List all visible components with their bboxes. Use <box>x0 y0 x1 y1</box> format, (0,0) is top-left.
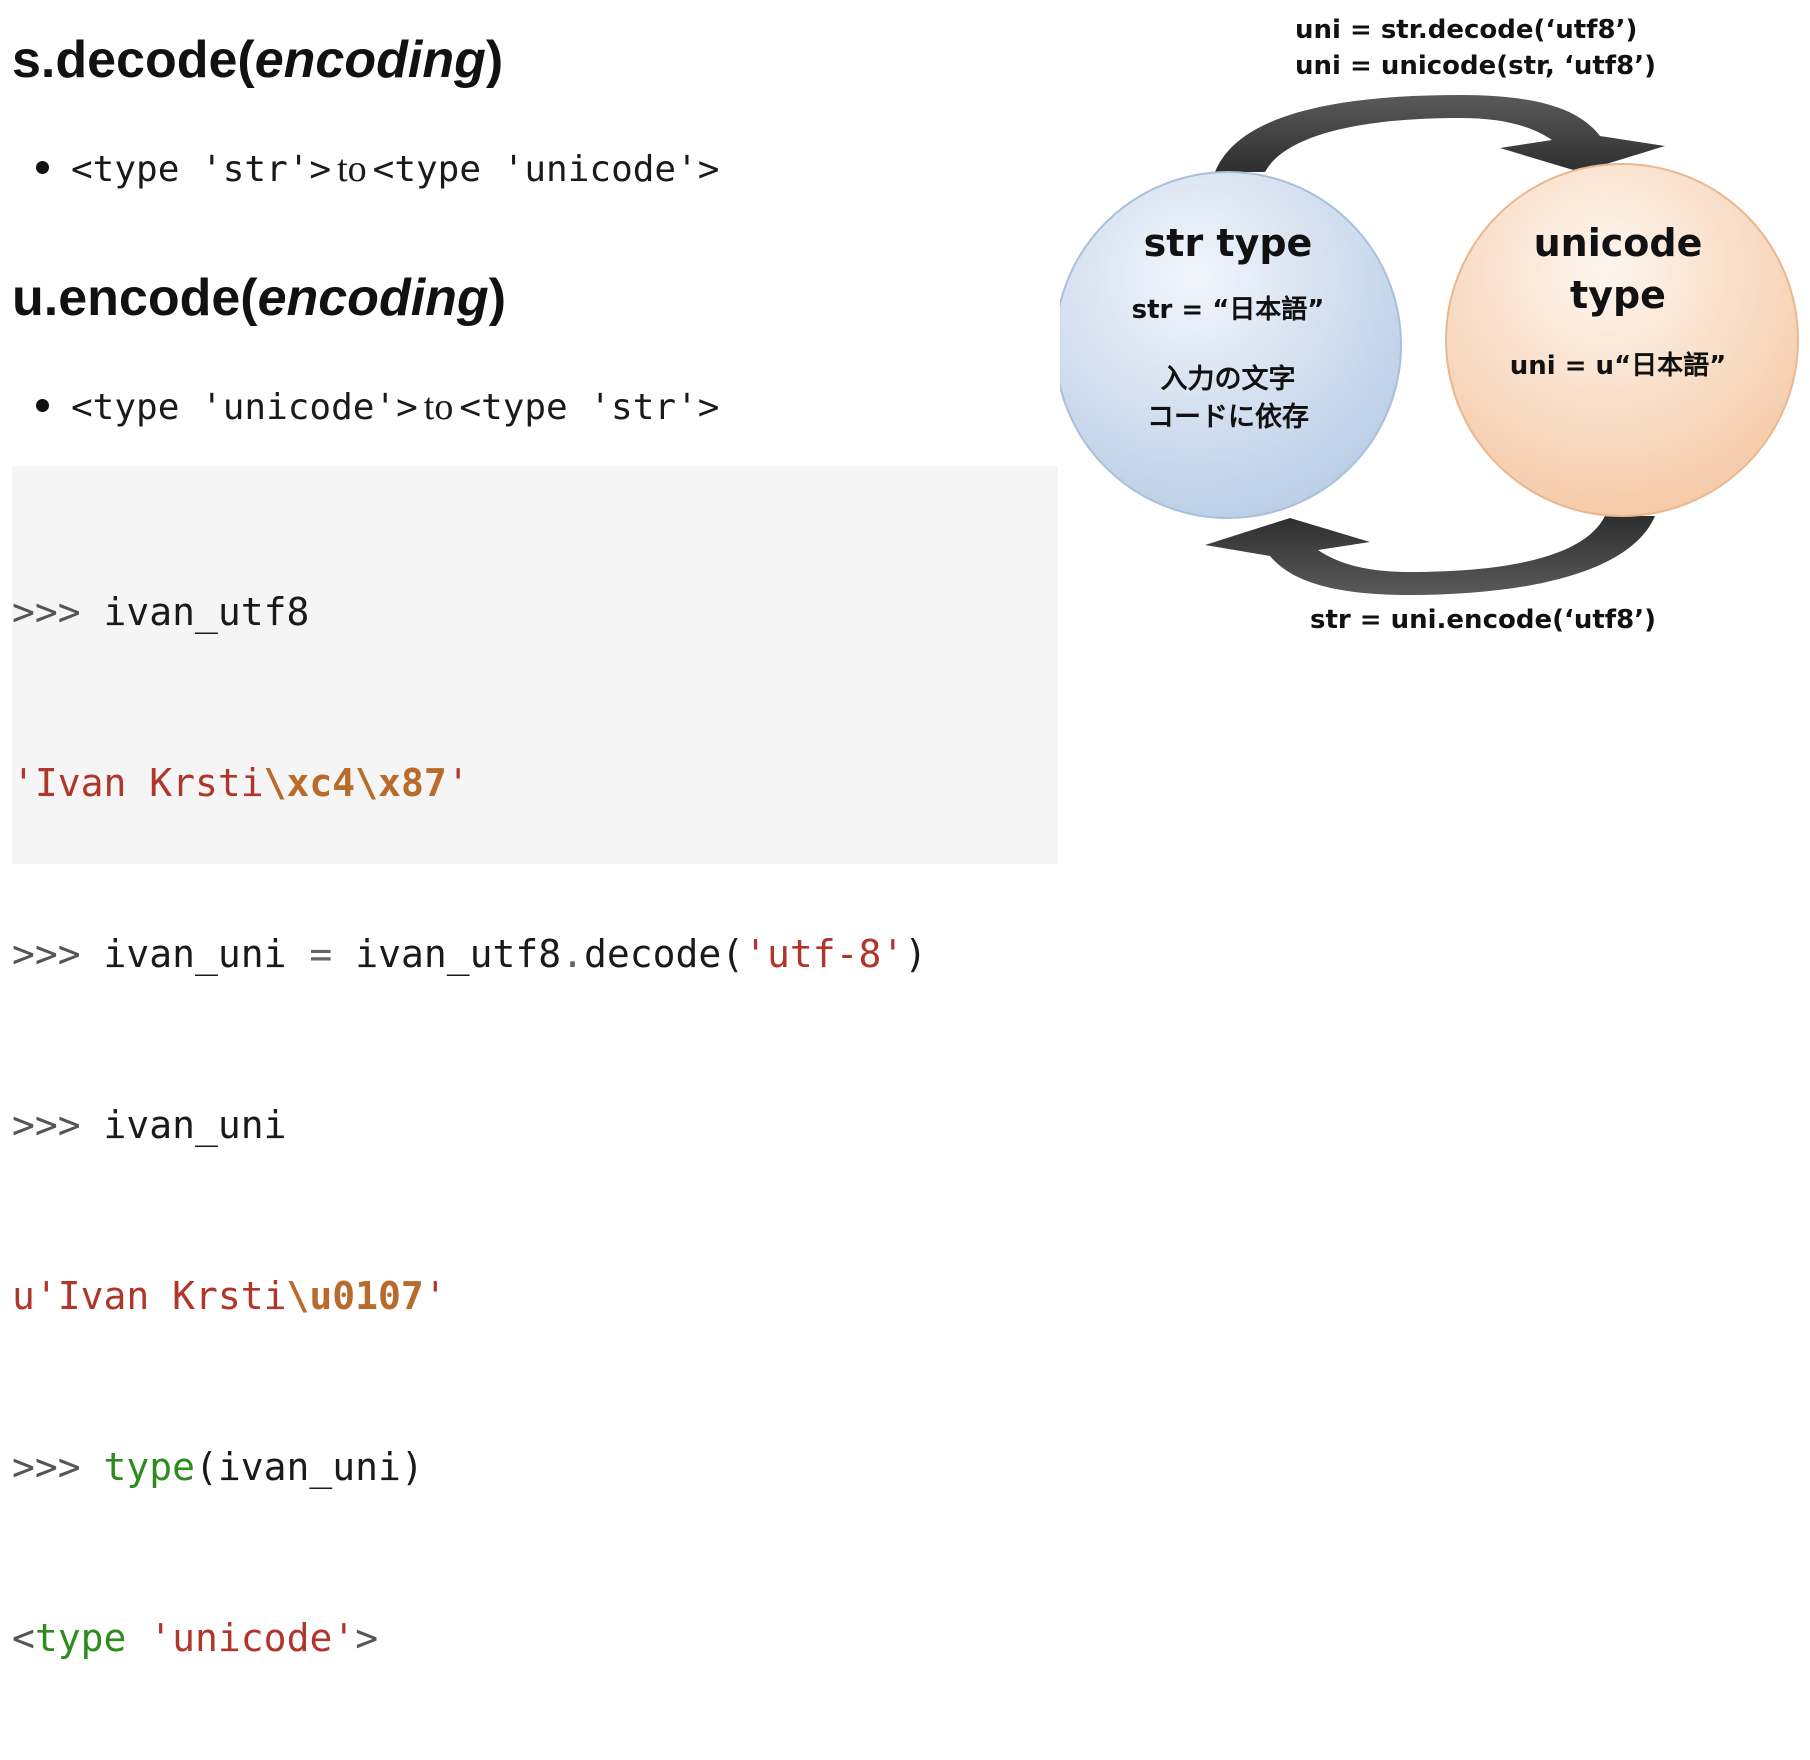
str-type-note-2: コードに依存 <box>1147 402 1309 433</box>
conversion-diagram-svg: uni = str.decode(‘utf8’) uni = unicode(s… <box>1060 15 1799 635</box>
code-text: decode( <box>583 932 745 976</box>
str-type-title: str type <box>1144 221 1313 265</box>
code-keyword: type <box>103 1445 196 1489</box>
encode-heading: u.encode(encoding) <box>12 268 506 328</box>
decode-bullet-from: <type 'str'> <box>71 149 332 190</box>
code-line: >>> type(ivan_uni) <box>12 1439 1058 1496</box>
code-prompt: >>> <box>12 932 104 976</box>
code-line: <type 'unicode'> <box>12 1610 1058 1667</box>
unicode-type-circle <box>1445 163 1799 517</box>
encode-bullet-from: <type 'unicode'> <box>71 387 418 428</box>
encode-heading-suffix: ) <box>488 269 507 327</box>
encode-heading-param: encoding <box>257 269 489 327</box>
decode-bullet-to: <type 'unicode'> <box>372 149 720 190</box>
str-type-note-1: 入力の文字 <box>1161 363 1296 395</box>
encode-arrow-icon <box>1205 516 1655 595</box>
code-line: >>> ivan_uni <box>12 1097 1058 1154</box>
code-string: 'utf-8' <box>744 932 905 976</box>
code-text: ivan_utf8 <box>103 590 310 634</box>
code-escape: \u0107 <box>286 1274 424 1318</box>
code-prompt: >>> <box>12 1103 104 1147</box>
code-line: >>> ivan_uni = ivan_utf8.decode('utf-8') <box>12 926 1058 983</box>
bullet-dot-icon <box>36 160 49 174</box>
decode-heading: s.decode(encoding) <box>12 30 503 90</box>
decode-heading-prefix: s.decode( <box>12 31 255 89</box>
encode-bullet-to: <type 'str'> <box>459 387 720 428</box>
decode-heading-suffix: ) <box>485 31 504 89</box>
code-escape: \xc4\x87 <box>263 761 447 805</box>
encode-heading-prefix: u.encode( <box>12 269 258 327</box>
code-operator: = <box>309 932 333 976</box>
decode-heading-param: encoding <box>254 31 486 89</box>
str-type-example: str = “日本語” <box>1132 294 1325 325</box>
code-prompt: >>> <box>12 1445 104 1489</box>
unicode-type-title-2: type <box>1570 273 1666 317</box>
unicode-constructor-label: uni = unicode(str, ‘utf8’) <box>1295 51 1656 81</box>
decode-label: uni = str.decode(‘utf8’) <box>1295 15 1637 45</box>
code-text: ivan_uni <box>103 1103 287 1147</box>
code-text: ivan_utf8 <box>332 932 562 976</box>
decode-bullet-word: to <box>337 148 367 190</box>
code-block: >>> ivan_utf8 'Ivan Krsti\xc4\x87' >>> i… <box>12 466 1058 1660</box>
bullet-dot-icon <box>36 398 49 412</box>
encode-label: str = uni.encode(‘utf8’) <box>1310 605 1656 635</box>
code-text: (ivan_uni) <box>195 1445 424 1489</box>
code-string: ' <box>423 1274 447 1318</box>
unicode-type-title-1: unicode <box>1534 221 1703 265</box>
code-keyword: type <box>34 1616 127 1660</box>
code-string: u'Ivan Krsti <box>12 1274 287 1318</box>
code-line: 'Ivan Krsti\xc4\x87' <box>12 755 1058 812</box>
code-text: > <box>355 1616 379 1660</box>
decode-bullet: <type 'str'> to <type 'unicode'> <box>36 144 719 194</box>
encode-bullet: <type 'unicode'> to <type 'str'> <box>36 382 719 432</box>
code-string: ' <box>446 761 470 805</box>
code-text: ) <box>904 932 928 976</box>
code-line: >>> ivan_utf8 <box>12 584 1058 641</box>
decode-arrow-icon <box>1215 95 1665 172</box>
code-string: 'Ivan Krsti <box>12 761 264 805</box>
encode-bullet-word: to <box>423 386 454 428</box>
code-operator: . <box>561 932 584 976</box>
conversion-diagram: uni = str.decode(‘utf8’) uni = unicode(s… <box>1060 0 1810 660</box>
code-string: 'unicode' <box>149 1616 356 1660</box>
code-line: u'Ivan Krsti\u0107' <box>12 1268 1058 1325</box>
code-prompt: >>> <box>12 590 104 634</box>
unicode-type-example: uni = u“日本語” <box>1510 350 1727 381</box>
code-text: < <box>12 1616 35 1660</box>
code-text: ivan_uni <box>103 932 310 976</box>
